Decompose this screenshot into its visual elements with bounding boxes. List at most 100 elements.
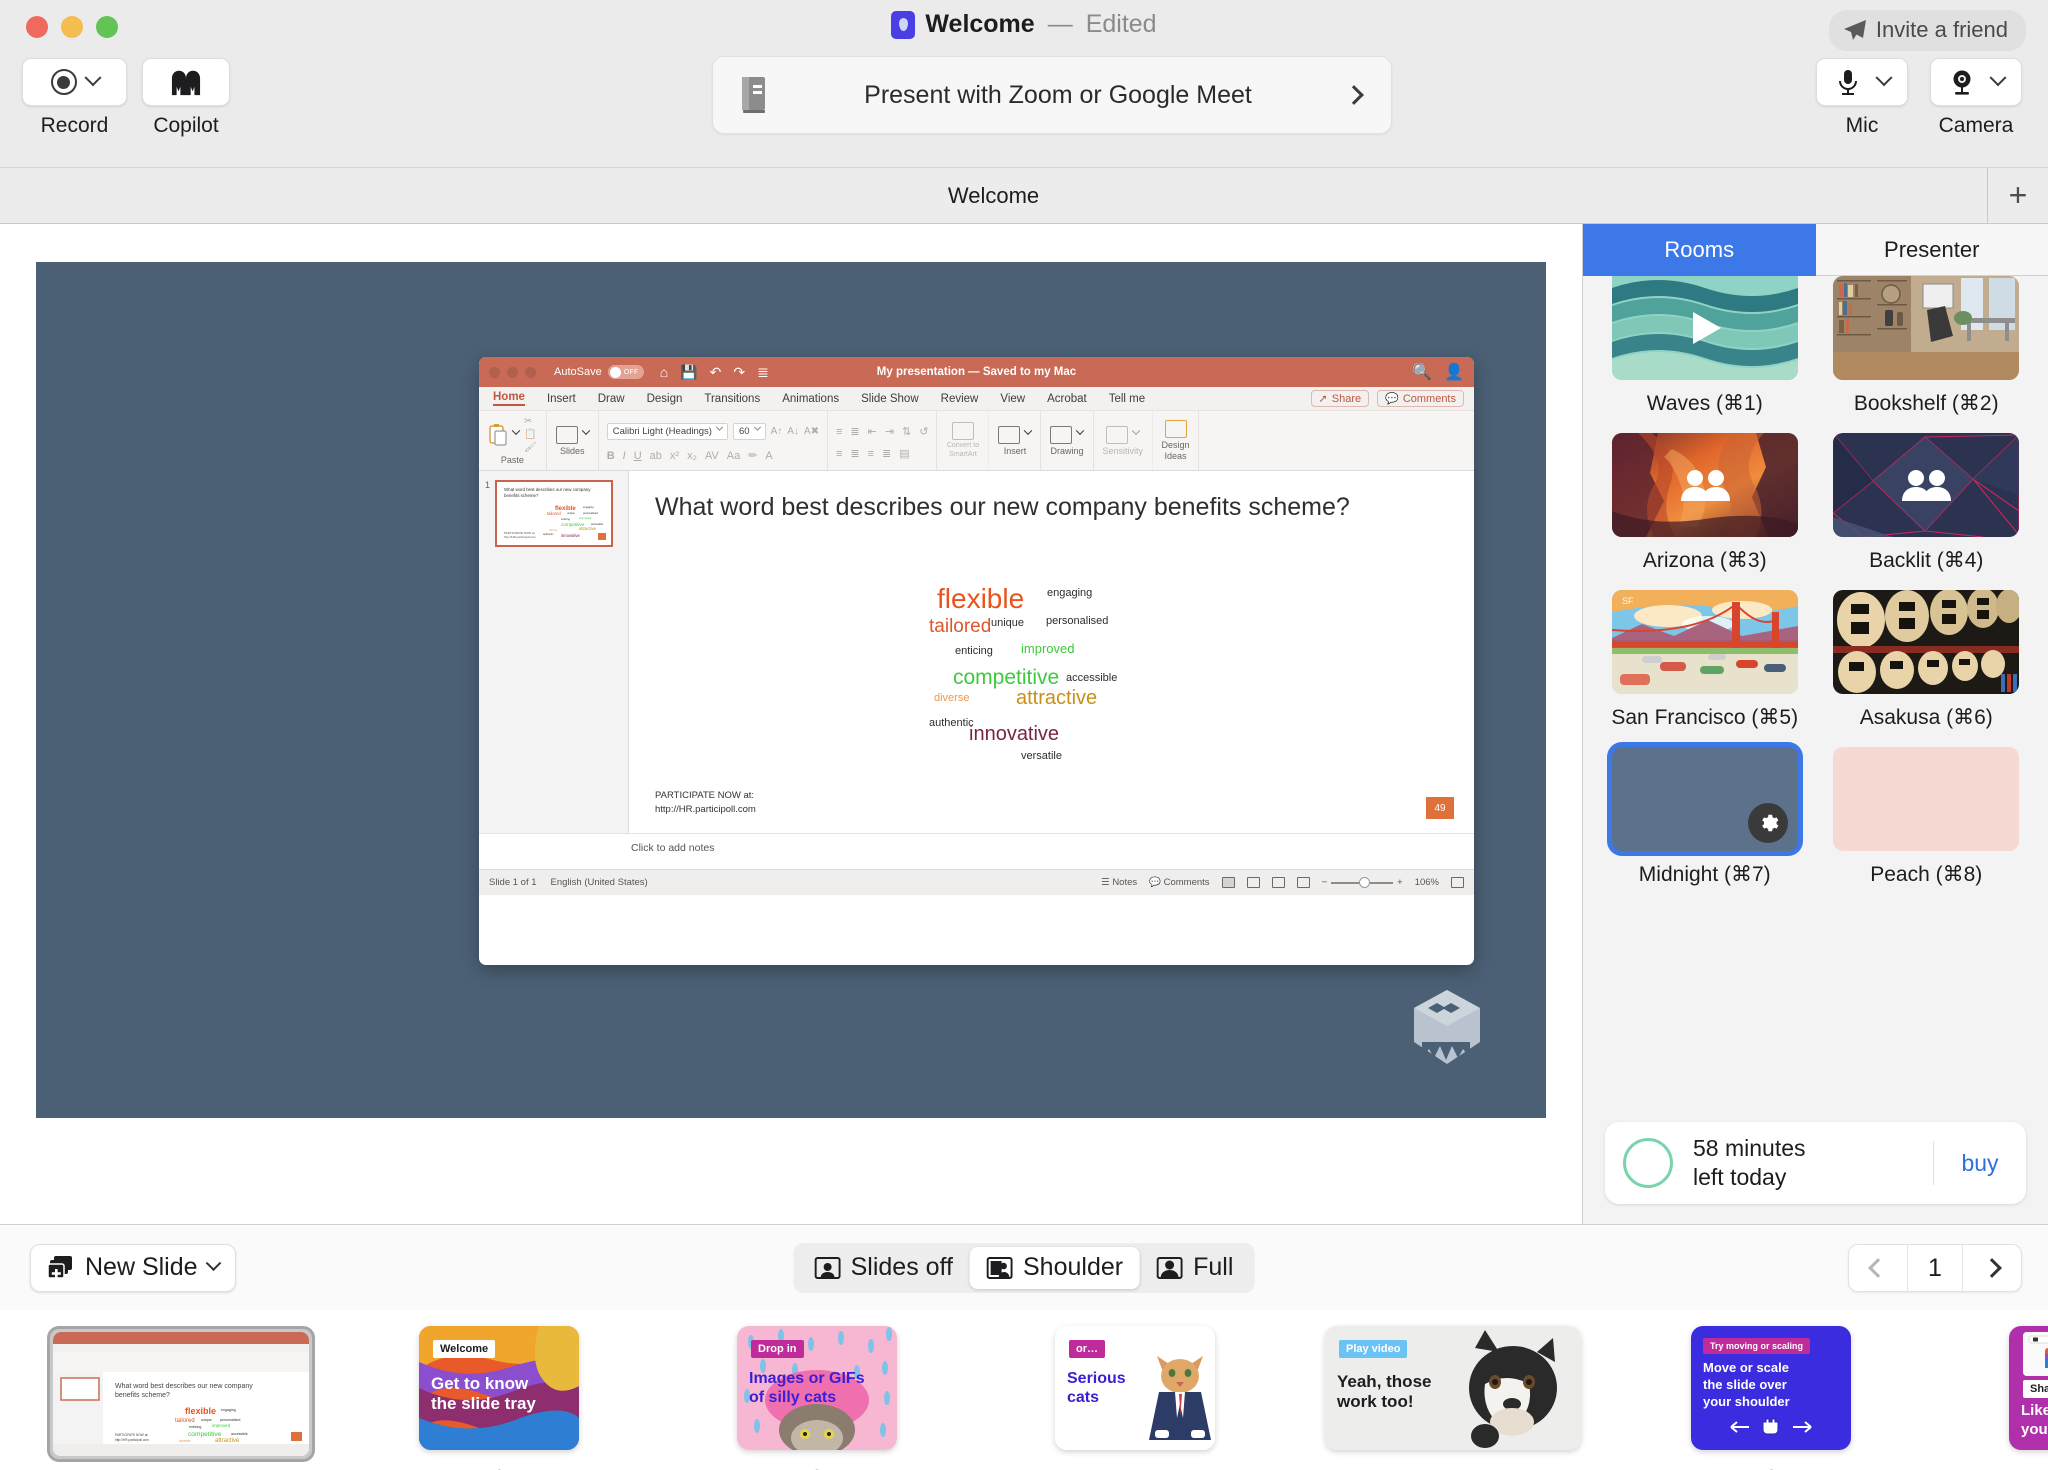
font-color-icon[interactable]: A (765, 450, 772, 462)
change-case-icon[interactable]: Aa (727, 450, 740, 462)
view-mode-full[interactable]: Full (1140, 1247, 1250, 1289)
room-arizona[interactable]: Arizona (⌘3) (1607, 433, 1803, 586)
tab-welcome[interactable]: Welcome (0, 167, 1988, 224)
cut-icon[interactable]: ✂ (524, 416, 537, 427)
room-thumbnail[interactable] (1833, 747, 2020, 851)
tray-thumbnail[interactable]: Try moving or scaling Move or scale the … (1691, 1326, 1851, 1450)
decrease-indent-icon[interactable]: ⇤ (868, 425, 877, 438)
room-thumbnail[interactable] (1833, 276, 2020, 380)
more-icon[interactable]: ≣ (757, 364, 769, 381)
tray-thumbnail[interactable]: Welcome Get to know the slide tray (419, 1326, 579, 1450)
text-direction-icon[interactable]: ↺ (919, 425, 928, 438)
zoom-out-icon[interactable]: − (1322, 877, 1328, 888)
room-thumbnail[interactable] (1833, 433, 2020, 537)
ppt-tab-view[interactable]: View (1000, 393, 1025, 405)
slide-tray[interactable]: What word best describes our new company… (0, 1310, 2048, 1470)
camera-button[interactable] (1930, 58, 2022, 106)
tab-presenter[interactable]: Presenter (1815, 224, 2048, 276)
numbering-icon[interactable]: ≣ (850, 425, 859, 438)
room-thumbnail[interactable] (1833, 590, 2020, 694)
room-waves[interactable]: Waves (⌘1) (1607, 276, 1803, 429)
room-settings-button[interactable] (1747, 803, 1788, 843)
buy-button[interactable]: buy (1934, 1150, 2026, 1177)
ppt-comments-button[interactable]: 💬 Comments (1377, 390, 1464, 407)
room-asakusa[interactable]: Asakusa (⌘6) (1829, 590, 2025, 743)
new-slide-icon[interactable] (555, 425, 578, 444)
ppt-tab-home[interactable]: Home (493, 391, 525, 406)
redo-icon[interactable]: ↷ (733, 364, 745, 381)
chevron-down-icon[interactable] (84, 69, 101, 87)
ppt-tab-animations[interactable]: Animations (782, 393, 839, 405)
tray-thumbnail[interactable]: What word best describes our new company… (53, 1332, 309, 1456)
play-icon[interactable] (1683, 306, 1727, 350)
align-left-icon[interactable]: ≡ (836, 448, 842, 460)
view-slideshow-icon[interactable] (1296, 877, 1310, 888)
ppt-tab-acrobat[interactable]: Acrobat (1047, 393, 1087, 405)
room-bookshelf[interactable]: Bookshelf (⌘2) (1829, 276, 2025, 429)
ppt-tab-review[interactable]: Review (941, 393, 979, 405)
chevron-down-icon[interactable] (1989, 69, 2006, 87)
ppt-tab-tellme[interactable]: Tell me (1109, 393, 1145, 405)
ppt-tab-draw[interactable]: Draw (598, 393, 625, 405)
ppt-notes-pane[interactable]: Click to add notes (479, 833, 1474, 869)
room-thumbnail[interactable] (1611, 747, 1798, 851)
copy-icon[interactable]: 📋 (524, 429, 537, 440)
ppt-slide-canvas[interactable]: What word best describes our new company… (629, 471, 1474, 833)
new-slide-button[interactable]: New Slide (30, 1243, 236, 1292)
zoom-in-icon[interactable]: + (1397, 877, 1403, 888)
ppt-share-button[interactable]: ➚ Share (1310, 390, 1370, 407)
bold-icon[interactable]: B (607, 450, 615, 462)
tray-thumbnail[interactable]: Drop in Images or GIFs of silly cats (737, 1326, 897, 1450)
underline-icon[interactable]: U (634, 450, 642, 462)
ppt-font-size-box[interactable]: 60 (732, 423, 766, 440)
tray-slide-2[interactable]: Welcome Get to know the slide tray 2 (340, 1326, 658, 1470)
character-spacing-icon[interactable]: AV (705, 450, 719, 462)
insert-shapes-icon[interactable] (998, 425, 1021, 444)
format-painter-icon[interactable]: 🖌 (524, 442, 537, 453)
tray-slide-5[interactable]: Play video Yeah, those work too! 5 (1294, 1326, 1612, 1470)
tray-slide-3[interactable]: Drop in Images or GIFs of silly cats 3 (658, 1326, 976, 1470)
tab-rooms[interactable]: Rooms (1583, 224, 1816, 276)
align-center-icon[interactable]: ≣ (850, 447, 859, 460)
view-normal-icon[interactable] (1221, 877, 1235, 888)
present-with-zoom-or-meet-button[interactable]: Present with Zoom or Google Meet (712, 56, 1392, 134)
clear-formatting-icon[interactable]: A✖ (804, 426, 819, 437)
decrease-font-icon[interactable]: A↓ (787, 426, 799, 437)
bullets-icon[interactable]: ≡ (836, 426, 842, 438)
columns-icon[interactable]: ▤ (899, 447, 909, 460)
tray-slide-1[interactable]: What word best describes our new company… (22, 1326, 340, 1470)
view-mode-slides-off[interactable]: Slides off (798, 1247, 970, 1289)
strikethrough-icon[interactable]: ab (650, 450, 662, 462)
search-icon[interactable]: 🔍 (1412, 362, 1432, 382)
paste-icon[interactable] (488, 423, 508, 447)
tray-thumbnail[interactable]: Play video Yeah, those work too! (1325, 1326, 1581, 1450)
room-san-francisco[interactable]: SF San Francisco (⌘5) (1607, 590, 1803, 743)
save-icon[interactable]: 💾 (680, 364, 697, 381)
copilot-button[interactable] (142, 58, 230, 106)
mic-button[interactable] (1816, 58, 1908, 106)
chevron-down-icon[interactable] (1875, 69, 1892, 87)
align-right-icon[interactable]: ≡ (868, 448, 874, 460)
presentation-stage[interactable]: AutoSave OFF ⌂ 💾 ↶ ↷ ≣ My presentation —… (36, 262, 1546, 1118)
room-peach[interactable]: Peach (⌘8) (1829, 747, 2025, 900)
chevron-down-icon[interactable] (581, 426, 590, 435)
line-spacing-icon[interactable]: ⇅ (902, 425, 911, 438)
room-midnight[interactable]: Midnight (⌘7) (1607, 747, 1803, 900)
view-slide-sorter-icon[interactable] (1246, 877, 1260, 888)
drawing-icon[interactable] (1050, 425, 1073, 444)
chevron-down-icon[interactable] (205, 1255, 221, 1272)
chevron-down-icon[interactable] (1076, 426, 1085, 435)
increase-indent-icon[interactable]: ⇥ (885, 425, 894, 438)
justify-icon[interactable]: ≣ (882, 447, 891, 460)
chevron-down-icon[interactable] (1024, 426, 1033, 435)
ppt-tab-insert[interactable]: Insert (547, 393, 576, 405)
ppt-autosave[interactable]: AutoSave OFF (554, 365, 644, 379)
record-button[interactable] (22, 58, 127, 106)
tray-slide-4[interactable]: or… Serious cats 4 (976, 1326, 1294, 1470)
fit-to-window-icon[interactable] (1451, 877, 1464, 888)
room-thumbnail[interactable] (1611, 433, 1798, 537)
ppt-font-name-box[interactable]: Calibri Light (Headings) (606, 423, 728, 440)
tray-slide-6[interactable]: Try moving or scaling Move or scale the … (1612, 1326, 1930, 1470)
text-highlight-icon[interactable]: ✏ (748, 449, 757, 462)
ppt-tab-transitions[interactable]: Transitions (704, 393, 760, 405)
